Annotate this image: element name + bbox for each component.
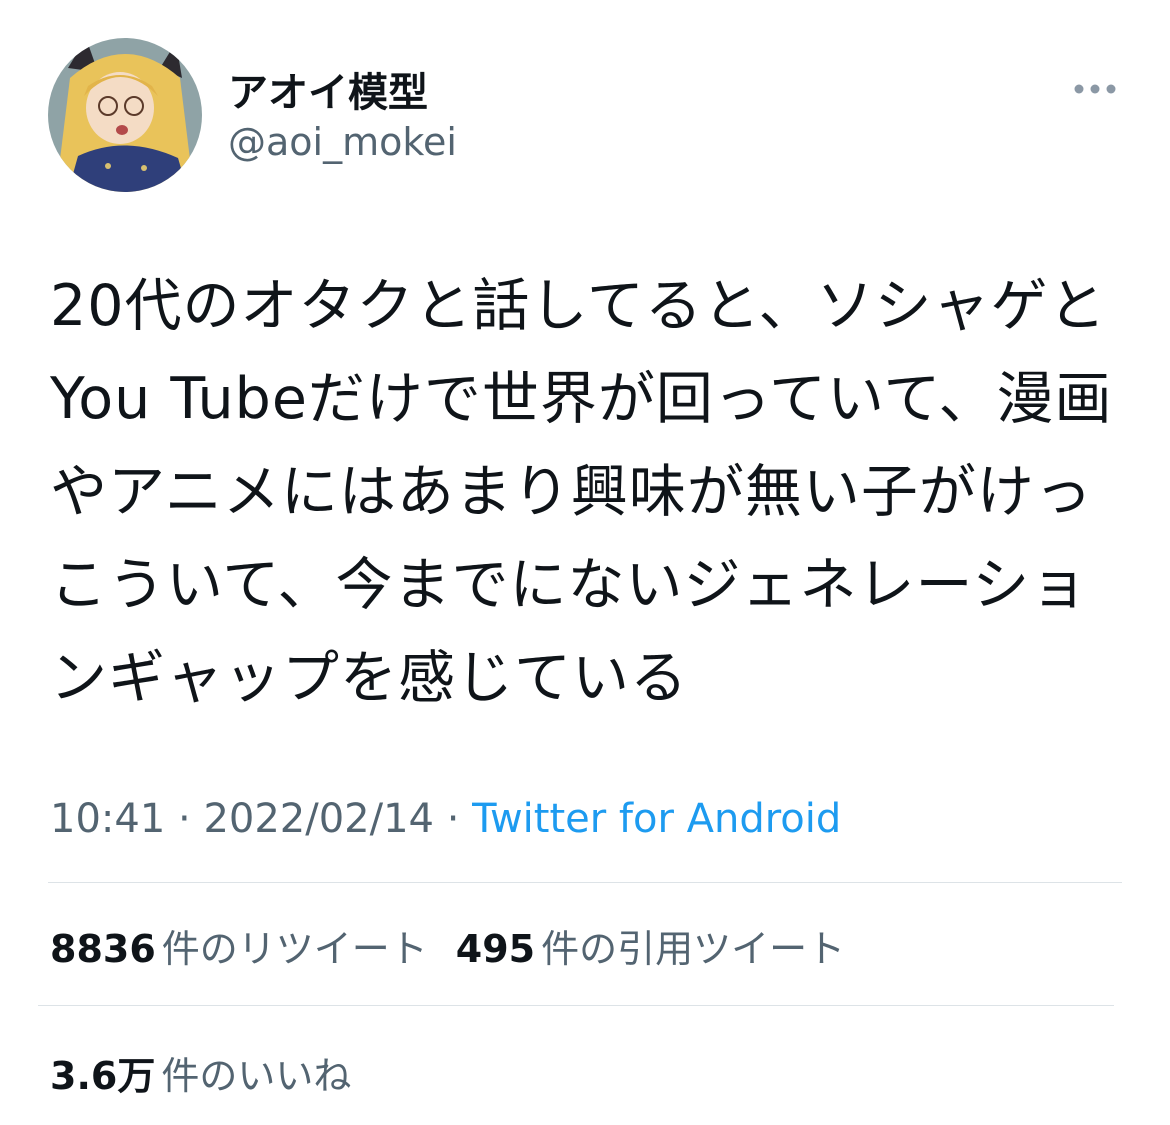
more-options-button[interactable] bbox=[1070, 74, 1120, 104]
figure-avatar-icon bbox=[48, 38, 202, 192]
more-dots-icon bbox=[1074, 84, 1116, 94]
retweets-label: 件のリツイート bbox=[161, 927, 428, 971]
separator: · bbox=[446, 796, 460, 842]
separator: · bbox=[178, 796, 191, 842]
likes-stats-row: 3.6万 件のいいね bbox=[50, 1045, 351, 1100]
avatar[interactable] bbox=[48, 38, 202, 192]
retweets-count: 8836 bbox=[50, 927, 156, 971]
likes-stat[interactable]: 3.6万 件のいいね bbox=[50, 1054, 351, 1098]
divider bbox=[38, 1005, 1114, 1006]
tweet-time[interactable]: 10:41 bbox=[50, 796, 165, 842]
tweet-source-link[interactable]: Twitter for Android bbox=[472, 796, 841, 842]
quotes-stat[interactable]: 495 件の引用ツイート bbox=[456, 927, 845, 971]
likes-label: 件のいいね bbox=[161, 1054, 352, 1098]
tweet-metadata: 10:41 · 2022/02/14 · Twitter for Android bbox=[50, 796, 841, 842]
quotes-label: 件の引用ツイート bbox=[541, 927, 846, 971]
tweet-date[interactable]: 2022/02/14 bbox=[203, 796, 434, 842]
display-name[interactable]: アオイ模型 bbox=[228, 60, 428, 118]
tweet-text: 20代のオタクと話してると、ソシャゲとYou Tubeだけで世界が回っていて、漫… bbox=[50, 273, 1113, 711]
user-handle[interactable]: @aoi_mokei bbox=[228, 120, 457, 164]
retweets-stat[interactable]: 8836 件のリツイート bbox=[50, 927, 428, 971]
quotes-count: 495 bbox=[455, 927, 536, 971]
likes-count: 3.6万 bbox=[50, 1054, 156, 1098]
retweet-stats-row: 8836 件のリツイート 495 件の引用ツイート bbox=[50, 918, 845, 973]
divider bbox=[48, 882, 1122, 883]
